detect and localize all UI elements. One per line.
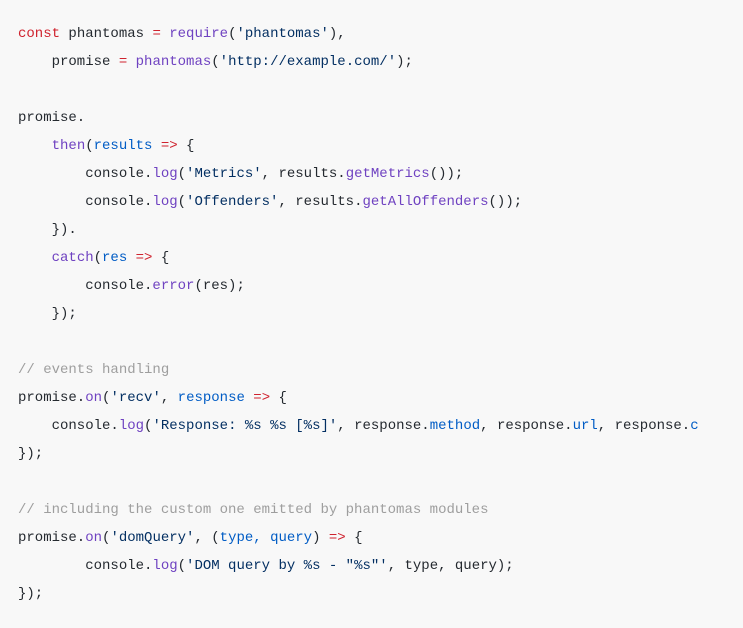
comment-custom: // including the custom one emitted by p… (18, 502, 488, 518)
fn-require: require (169, 26, 228, 42)
fn-log: log (152, 166, 177, 182)
comment-events: // events handling (18, 362, 169, 378)
fn-getmetrics: getMetrics (346, 166, 430, 182)
fn-then: then (52, 138, 86, 154)
prop-method: method (430, 418, 480, 434)
fn-error: error (152, 278, 194, 294)
fn-catch: catch (52, 250, 94, 266)
code-block: const phantomas = require('phantomas'), … (18, 20, 725, 608)
fn-phantomas: phantomas (136, 54, 212, 70)
keyword-const: const (18, 26, 60, 42)
fn-getalloffenders: getAllOffenders (362, 194, 488, 210)
string-url: 'http://example.com/' (220, 54, 396, 70)
fn-on: on (85, 390, 102, 406)
prop-url: url (573, 418, 598, 434)
string-phantomas: 'phantomas' (236, 26, 328, 42)
